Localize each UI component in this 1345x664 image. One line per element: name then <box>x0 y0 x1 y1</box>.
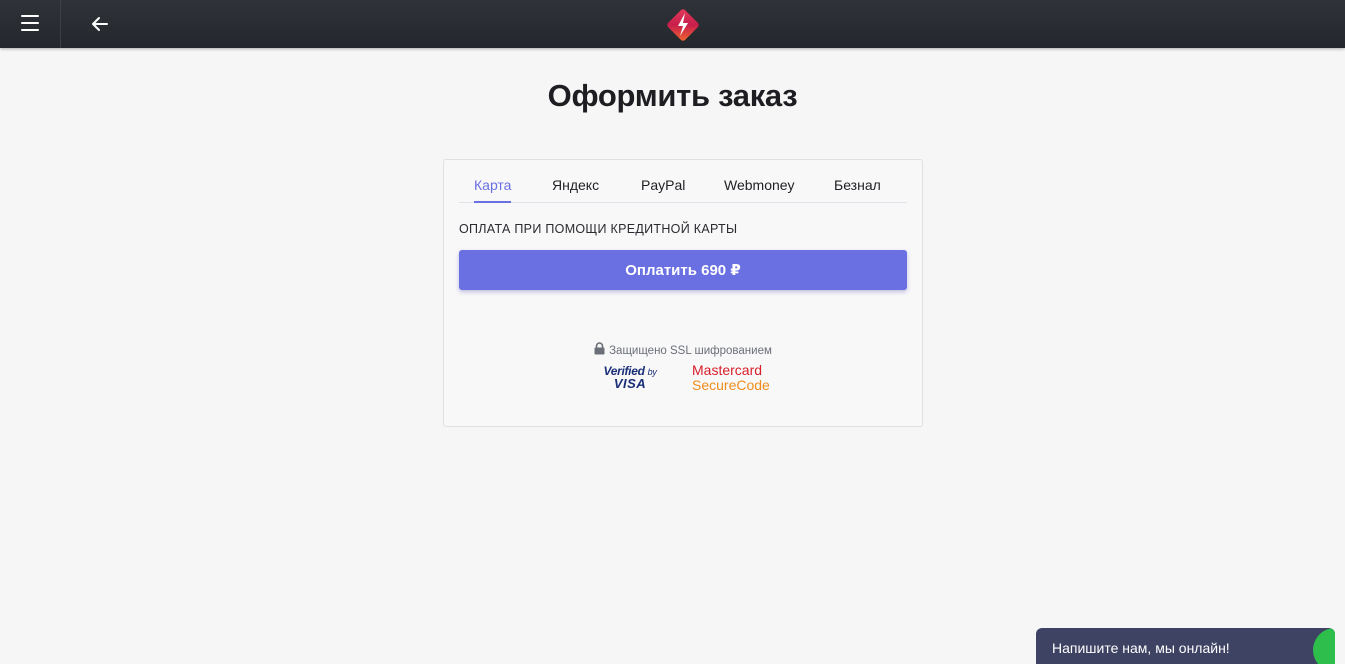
securecode-text: SecureCode <box>692 377 770 393</box>
top-bar <box>0 0 1345 48</box>
hamburger-icon-line <box>21 22 39 24</box>
menu-button[interactable] <box>0 0 61 48</box>
visa-text: VISA <box>613 376 647 391</box>
ssl-text: Защищено SSL шифрованием <box>609 345 772 357</box>
visa-by-text: by <box>647 367 657 377</box>
tab-webmoney[interactable]: Webmoney <box>724 177 795 193</box>
hamburger-icon-line <box>21 29 39 31</box>
ssl-notice: Защищено SSL шифрованием <box>444 342 922 357</box>
payment-method-heading: ОПЛАТА ПРИ ПОМОЩИ КРЕДИТНОЙ КАРТЫ <box>459 222 738 236</box>
back-button[interactable] <box>80 9 120 39</box>
logo[interactable] <box>663 5 703 45</box>
arrow-left-icon <box>92 17 108 31</box>
online-status-indicator <box>1313 628 1335 664</box>
tab-beznal[interactable]: Безнал <box>834 177 881 193</box>
tab-paypal[interactable]: PayPal <box>641 177 685 193</box>
mastercard-text: Mastercard <box>692 362 763 378</box>
lock-icon <box>594 342 605 355</box>
payment-card: Карта Яндекс PayPal Webmoney Безнал ОПЛА… <box>443 159 923 427</box>
page-title: Оформить заказ <box>547 78 798 113</box>
lightning-diamond-logo <box>667 9 699 41</box>
chat-widget[interactable]: Напишите нам, мы онлайн! <box>1036 628 1335 664</box>
mastercard-securecode-logo: Mastercard SecureCode <box>692 363 770 393</box>
tab-card[interactable]: Карта <box>474 177 512 203</box>
verified-by-visa-logo: Verified by VISA <box>600 365 660 390</box>
pay-button[interactable]: Оплатить 690 ₽ <box>459 250 907 290</box>
tab-yandex[interactable]: Яндекс <box>552 177 599 193</box>
hamburger-icon <box>21 15 39 17</box>
chat-label: Напишите нам, мы онлайн! <box>1052 640 1230 656</box>
payment-tabs: Карта Яндекс PayPal Webmoney Безнал <box>459 160 907 203</box>
